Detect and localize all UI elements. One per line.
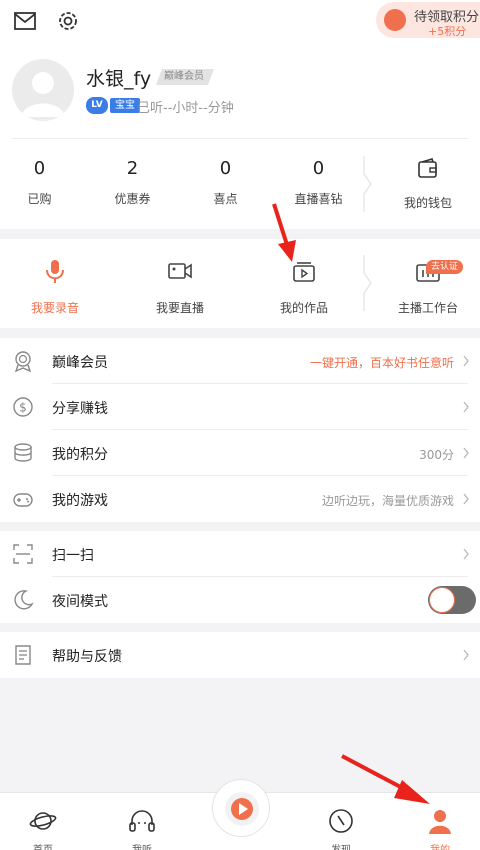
creator-actions: 我要录音 我要直播 我的作品 主播工作台	[0, 239, 480, 328]
stat-label: 优惠券	[114, 192, 151, 206]
works-icon	[293, 262, 315, 282]
vip-tag: 巅峰会员	[156, 69, 214, 85]
stat-live-diamonds[interactable]: 0 直播喜钻	[272, 156, 365, 207]
stat-value: 2	[126, 158, 139, 179]
tab-listen[interactable]: 我听	[112, 807, 172, 850]
level-name: 宝宝	[110, 98, 140, 113]
menu-hint: 一键开通，百本好书任意听	[309, 356, 454, 370]
moon-icon	[14, 590, 34, 610]
compass-icon	[329, 809, 353, 833]
bottom-tab-bar: 首页 我听 发现 我的	[0, 779, 480, 850]
stat-xidian[interactable]: 0 喜点	[179, 156, 272, 207]
anchor-workbench-button[interactable]: 主播工作台	[368, 257, 480, 316]
username[interactable]: 水银_fy	[86, 64, 151, 91]
menu-label: 我的游戏	[52, 493, 108, 509]
action-label: 我要录音	[30, 301, 79, 315]
menu-item-share-earn[interactable]: $ 分享赚钱	[0, 384, 480, 430]
stat-value: 0	[219, 158, 232, 179]
stat-value: 0	[33, 158, 46, 179]
avatar[interactable]	[12, 59, 74, 121]
chevron-right-icon	[463, 401, 469, 413]
stat-purchased[interactable]: 0 已购	[0, 156, 86, 207]
gamepad-icon	[13, 493, 33, 507]
lv-label: LV	[86, 97, 108, 114]
stat-label: 直播喜钻	[294, 192, 343, 206]
menu-group-1: 巅峰会员 一键开通，百本好书任意听 $ 分享赚钱 我的积分 300分 我的游戏 …	[0, 338, 480, 522]
menu-hint: 300分	[419, 448, 454, 462]
top-bar: 待领取积分 +5积分	[0, 0, 480, 42]
coins-stack-icon	[14, 443, 32, 462]
svg-text:$: $	[19, 401, 27, 415]
action-label: 主播工作台	[397, 301, 458, 315]
tab-discover[interactable]: 发现	[311, 807, 371, 850]
menu-hint: 边听边玩，海量优质游戏	[321, 494, 454, 508]
my-works-button[interactable]: 我的作品	[244, 257, 364, 316]
points-bonus: +5积分	[428, 25, 467, 38]
menu-item-vip[interactable]: 巅峰会员 一键开通，百本好书任意听	[0, 338, 480, 384]
menu-item-games[interactable]: 我的游戏 边听边玩，海量优质游戏	[0, 476, 480, 522]
menu-item-night-mode: 夜间模式	[0, 577, 480, 623]
record-button[interactable]: 我要录音	[0, 257, 115, 316]
wallet-button[interactable]: 我的钱包	[388, 158, 468, 211]
level-badge[interactable]: LV 宝宝	[86, 97, 140, 114]
coin-icon	[384, 9, 406, 31]
menu-label: 夜间模式	[52, 594, 108, 610]
live-button[interactable]: 我要直播	[120, 257, 240, 316]
night-mode-toggle[interactable]	[428, 586, 476, 614]
stat-label: 喜点	[213, 192, 238, 206]
stat-coupons[interactable]: 2 优惠券	[86, 156, 179, 207]
menu-group-3: 帮助与反馈	[0, 632, 480, 678]
dollar-icon: $	[13, 397, 33, 417]
action-label: 我要直播	[155, 301, 204, 315]
tab-label: 我的	[410, 841, 470, 850]
play-button[interactable]	[212, 779, 270, 837]
stat-label: 已购	[27, 192, 52, 206]
chevron-right-icon	[463, 355, 469, 367]
scan-icon	[13, 544, 33, 564]
menu-item-points[interactable]: 我的积分 300分	[0, 430, 480, 476]
settings-icon[interactable]	[55, 8, 81, 34]
action-label: 我的作品	[279, 301, 328, 315]
wallet-icon	[418, 158, 437, 178]
chevron-right-icon	[463, 649, 469, 661]
chevron-right-icon	[463, 447, 469, 459]
stat-value: 0	[312, 158, 325, 179]
video-camera-icon	[168, 263, 192, 279]
tab-label: 我听	[112, 841, 172, 850]
tab-home[interactable]: 首页	[13, 807, 73, 850]
points-pill[interactable]: 待领取积分 +5积分	[376, 2, 480, 38]
chevron-right-icon	[463, 493, 469, 505]
default-avatar-icon	[21, 72, 65, 117]
wallet-label: 我的钱包	[403, 196, 452, 210]
menu-label: 我的积分	[52, 447, 108, 463]
chevron-separator-icon	[363, 156, 372, 212]
tab-label: 发现	[311, 841, 371, 850]
menu-group-2: 扫一扫 夜间模式	[0, 531, 480, 623]
certify-badge[interactable]: 去认证	[426, 260, 464, 274]
feedback-icon	[15, 645, 31, 665]
menu-label: 巅峰会员	[52, 355, 108, 371]
message-icon[interactable]	[12, 8, 38, 34]
medal-icon	[14, 351, 32, 372]
play-disc	[225, 792, 259, 826]
planet-icon	[29, 812, 57, 830]
headphones-icon	[129, 810, 155, 832]
chevron-right-icon	[463, 548, 469, 560]
play-icon	[231, 798, 253, 820]
person-icon	[429, 810, 451, 834]
profile-card: 水银_fy 巅峰会员 LV 宝宝 已听--小时--分钟 0 已购 2 优惠券 0…	[0, 42, 480, 229]
stats-row: 0 已购 2 优惠券 0 喜点 0 直播喜钻 我的钱包	[0, 138, 480, 228]
menu-label: 帮助与反馈	[52, 649, 122, 665]
tab-mine[interactable]: 我的	[410, 807, 470, 850]
microphone-icon	[46, 260, 64, 283]
menu-label: 扫一扫	[52, 548, 94, 564]
menu-label: 分享赚钱	[52, 401, 108, 417]
menu-item-scan[interactable]: 扫一扫	[0, 531, 480, 577]
menu-item-help-feedback[interactable]: 帮助与反馈	[0, 632, 480, 678]
tab-label: 首页	[13, 841, 73, 850]
toggle-knob	[429, 587, 455, 613]
listened-time: 已听--小时--分钟	[137, 101, 234, 116]
